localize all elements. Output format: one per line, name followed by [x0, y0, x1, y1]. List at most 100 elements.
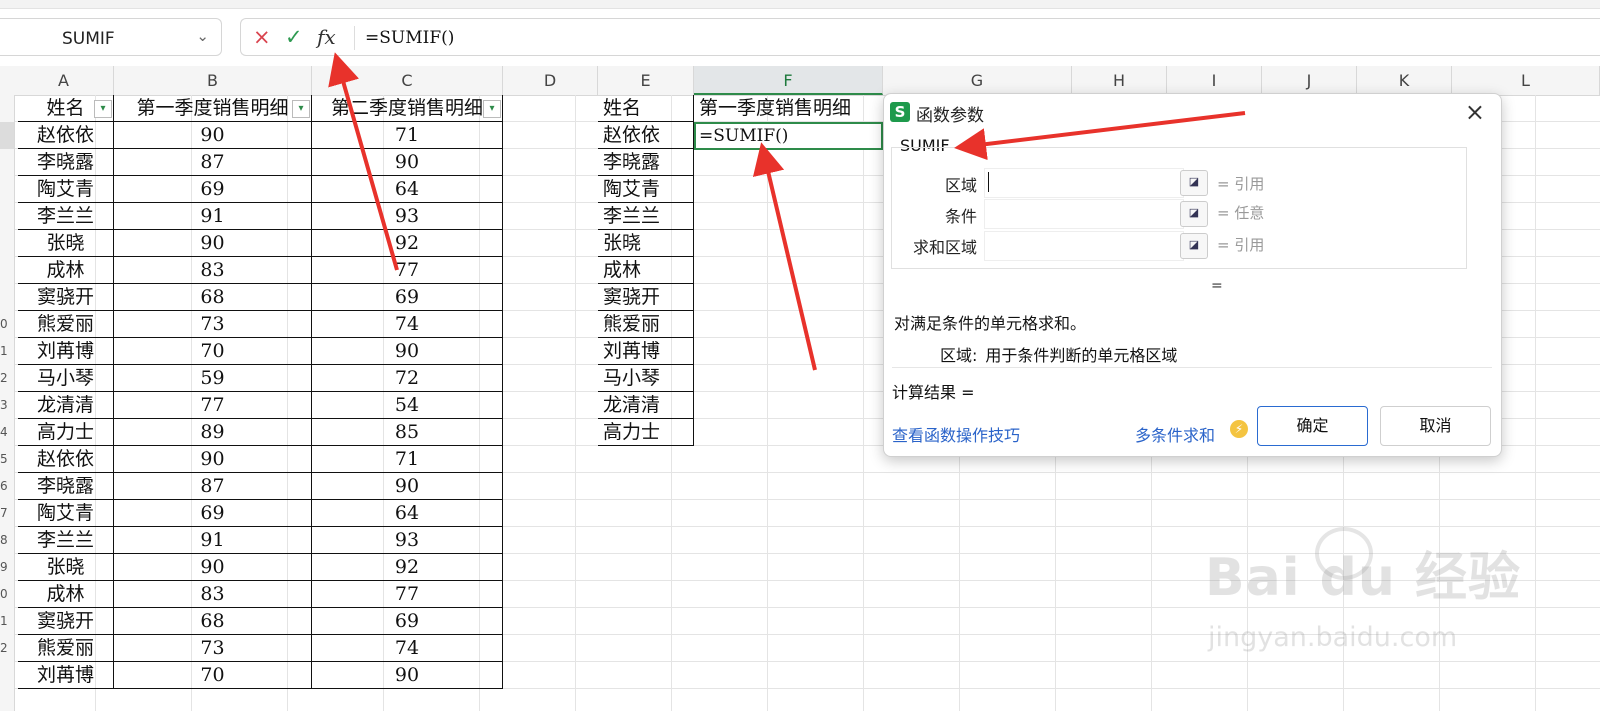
filter-dropdown-icon[interactable]: ▾: [292, 100, 310, 118]
check-icon[interactable]: ✓: [285, 24, 303, 50]
table-cell-q1[interactable]: 77: [114, 392, 312, 419]
table-cell-q1[interactable]: 69: [114, 176, 312, 203]
table-cell-q1[interactable]: 83: [114, 581, 312, 608]
row-number[interactable]: 9: [0, 554, 14, 581]
table-cell-q2[interactable]: 71: [312, 446, 503, 473]
table-cell-q1[interactable]: 83: [114, 257, 312, 284]
row-number[interactable]: 6: [0, 473, 14, 500]
lookup-cell-name[interactable]: 李兰兰: [598, 203, 694, 230]
lookup-cell-name[interactable]: 张晓: [598, 230, 694, 257]
lookup-cell-name[interactable]: 马小琴: [598, 365, 694, 392]
row-number[interactable]: 1: [0, 338, 14, 365]
row-number[interactable]: [0, 257, 14, 284]
row-number[interactable]: 8: [0, 527, 14, 554]
table-cell-q1[interactable]: 91: [114, 203, 312, 230]
param-input-range[interactable]: [984, 168, 1184, 198]
table-cell-name[interactable]: 陶艾青: [18, 176, 114, 203]
lookup-cell-name[interactable]: 刘苒博: [598, 338, 694, 365]
table-cell-name[interactable]: 陶艾青: [18, 500, 114, 527]
table-cell-name[interactable]: 熊爱丽: [18, 635, 114, 662]
row-number[interactable]: [0, 95, 14, 122]
range-select-icon[interactable]: ◪: [1180, 170, 1208, 196]
lookup-header-q1[interactable]: 第一季度销售明细: [694, 95, 883, 122]
cancel-icon[interactable]: ×: [253, 24, 271, 50]
row-number[interactable]: [0, 149, 14, 176]
row-number[interactable]: 2: [0, 635, 14, 662]
table-cell-q2[interactable]: 64: [312, 500, 503, 527]
column-header-l[interactable]: L: [1452, 66, 1600, 95]
multi-condition-sum-link[interactable]: 多条件求和: [1135, 422, 1215, 446]
lookup-cell-name[interactable]: 熊爱丽: [598, 311, 694, 338]
table-cell-q1[interactable]: 68: [114, 608, 312, 635]
row-number[interactable]: 0: [0, 311, 14, 338]
range-select-icon[interactable]: ◪: [1180, 201, 1208, 227]
active-edit-cell[interactable]: =SUMIF(): [694, 122, 883, 150]
row-number[interactable]: 3: [0, 392, 14, 419]
param-input-sum-range[interactable]: [984, 231, 1184, 261]
column-header-c[interactable]: C: [312, 66, 503, 95]
cancel-button[interactable]: 取消: [1380, 406, 1491, 446]
column-header-k[interactable]: K: [1357, 66, 1452, 95]
table-cell-name[interactable]: 龙清清: [18, 392, 114, 419]
table-cell-name[interactable]: 李晓露: [18, 149, 114, 176]
filter-dropdown-icon[interactable]: ▾: [94, 100, 112, 118]
row-number[interactable]: 5: [0, 446, 14, 473]
filter-dropdown-icon[interactable]: ▾: [483, 100, 501, 118]
column-header-d[interactable]: D: [503, 66, 598, 95]
table-cell-q2[interactable]: 74: [312, 635, 503, 662]
column-header-h[interactable]: H: [1072, 66, 1167, 95]
formula-input-area[interactable]: × ✓ fx =SUMIF(): [240, 18, 1600, 56]
table-cell-q2[interactable]: 93: [312, 203, 503, 230]
table-cell-q1[interactable]: 59: [114, 365, 312, 392]
table-cell-name[interactable]: 李晓露: [18, 473, 114, 500]
header-cell-q1[interactable]: 第一季度销售明细: [114, 95, 312, 122]
row-number[interactable]: [0, 122, 14, 149]
table-cell-q2[interactable]: 85: [312, 419, 503, 446]
formula-text[interactable]: =SUMIF(): [365, 28, 454, 48]
table-cell-name[interactable]: 窦骁开: [18, 608, 114, 635]
table-cell-name[interactable]: 高力士: [18, 419, 114, 446]
table-cell-q1[interactable]: 70: [114, 662, 312, 689]
header-cell-q2[interactable]: 第二季度销售明细: [312, 95, 503, 122]
table-cell-q1[interactable]: 70: [114, 338, 312, 365]
lookup-cell-name[interactable]: 成林: [598, 257, 694, 284]
table-cell-name[interactable]: 赵依依: [18, 446, 114, 473]
table-cell-q1[interactable]: 69: [114, 500, 312, 527]
lookup-cell-name[interactable]: 窦骁开: [598, 284, 694, 311]
function-tips-link[interactable]: 查看函数操作技巧: [892, 422, 1020, 446]
table-cell-q2[interactable]: 93: [312, 527, 503, 554]
column-header-b[interactable]: B: [114, 66, 312, 95]
table-cell-q2[interactable]: 64: [312, 176, 503, 203]
row-number[interactable]: [0, 203, 14, 230]
fx-icon[interactable]: fx: [317, 24, 336, 50]
lookup-cell-name[interactable]: 高力士: [598, 419, 694, 446]
ok-button[interactable]: 确定: [1257, 406, 1368, 446]
table-cell-q1[interactable]: 87: [114, 473, 312, 500]
table-cell-name[interactable]: 成林: [18, 257, 114, 284]
range-select-icon[interactable]: ◪: [1180, 233, 1208, 259]
table-cell-q1[interactable]: 90: [114, 554, 312, 581]
table-cell-q1[interactable]: 90: [114, 122, 312, 149]
column-header-a[interactable]: A: [14, 66, 114, 95]
name-box[interactable]: SUMIF ⌄: [0, 18, 222, 56]
table-cell-q1[interactable]: 91: [114, 527, 312, 554]
param-input-criteria[interactable]: [984, 199, 1184, 229]
table-cell-name[interactable]: 赵依依: [18, 122, 114, 149]
table-cell-q1[interactable]: 73: [114, 635, 312, 662]
table-cell-q2[interactable]: 77: [312, 581, 503, 608]
lightning-icon[interactable]: ⚡: [1230, 420, 1248, 438]
table-cell-q2[interactable]: 90: [312, 149, 503, 176]
table-cell-q1[interactable]: 89: [114, 419, 312, 446]
table-cell-q2[interactable]: 90: [312, 662, 503, 689]
lookup-cell-name[interactable]: 陶艾青: [598, 176, 694, 203]
table-cell-q2[interactable]: 74: [312, 311, 503, 338]
table-cell-q2[interactable]: 90: [312, 338, 503, 365]
row-number[interactable]: [0, 176, 14, 203]
table-cell-q2[interactable]: 92: [312, 554, 503, 581]
table-cell-q1[interactable]: 90: [114, 446, 312, 473]
table-cell-q2[interactable]: 72: [312, 365, 503, 392]
table-cell-name[interactable]: 张晓: [18, 230, 114, 257]
row-number[interactable]: 0: [0, 581, 14, 608]
row-number[interactable]: [0, 230, 14, 257]
close-icon[interactable]: ×: [1465, 98, 1485, 126]
